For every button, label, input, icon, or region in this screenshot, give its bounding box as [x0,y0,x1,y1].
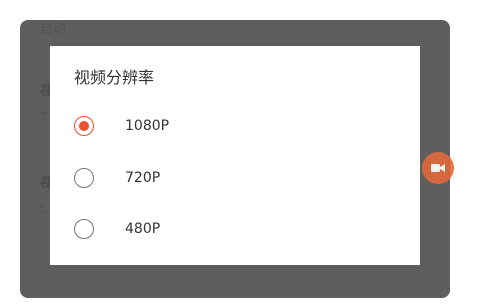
resolution-option-1080p[interactable]: 1080P [74,111,394,141]
option-label: 1080P [125,118,170,134]
radio-button[interactable] [74,219,94,239]
dialog-title: 视频分辨率 [74,68,155,87]
option-label: 480P [125,221,161,237]
radio-button[interactable] [74,168,94,188]
floating-camera-button[interactable] [422,152,454,184]
resolution-option-480p[interactable]: 480P [74,214,394,244]
option-label: 720P [125,170,161,186]
video-camera-icon [431,164,445,172]
radio-button-selected[interactable] [74,116,94,136]
video-resolution-dialog: 视频分辨率 1080P 720P 480P [50,46,420,265]
radio-dot [79,121,89,131]
resolution-option-720p[interactable]: 720P [74,163,394,193]
settings-screen: 自动 视 7 视 5 视频分辨率 1080P 720P 480P [0,0,480,308]
